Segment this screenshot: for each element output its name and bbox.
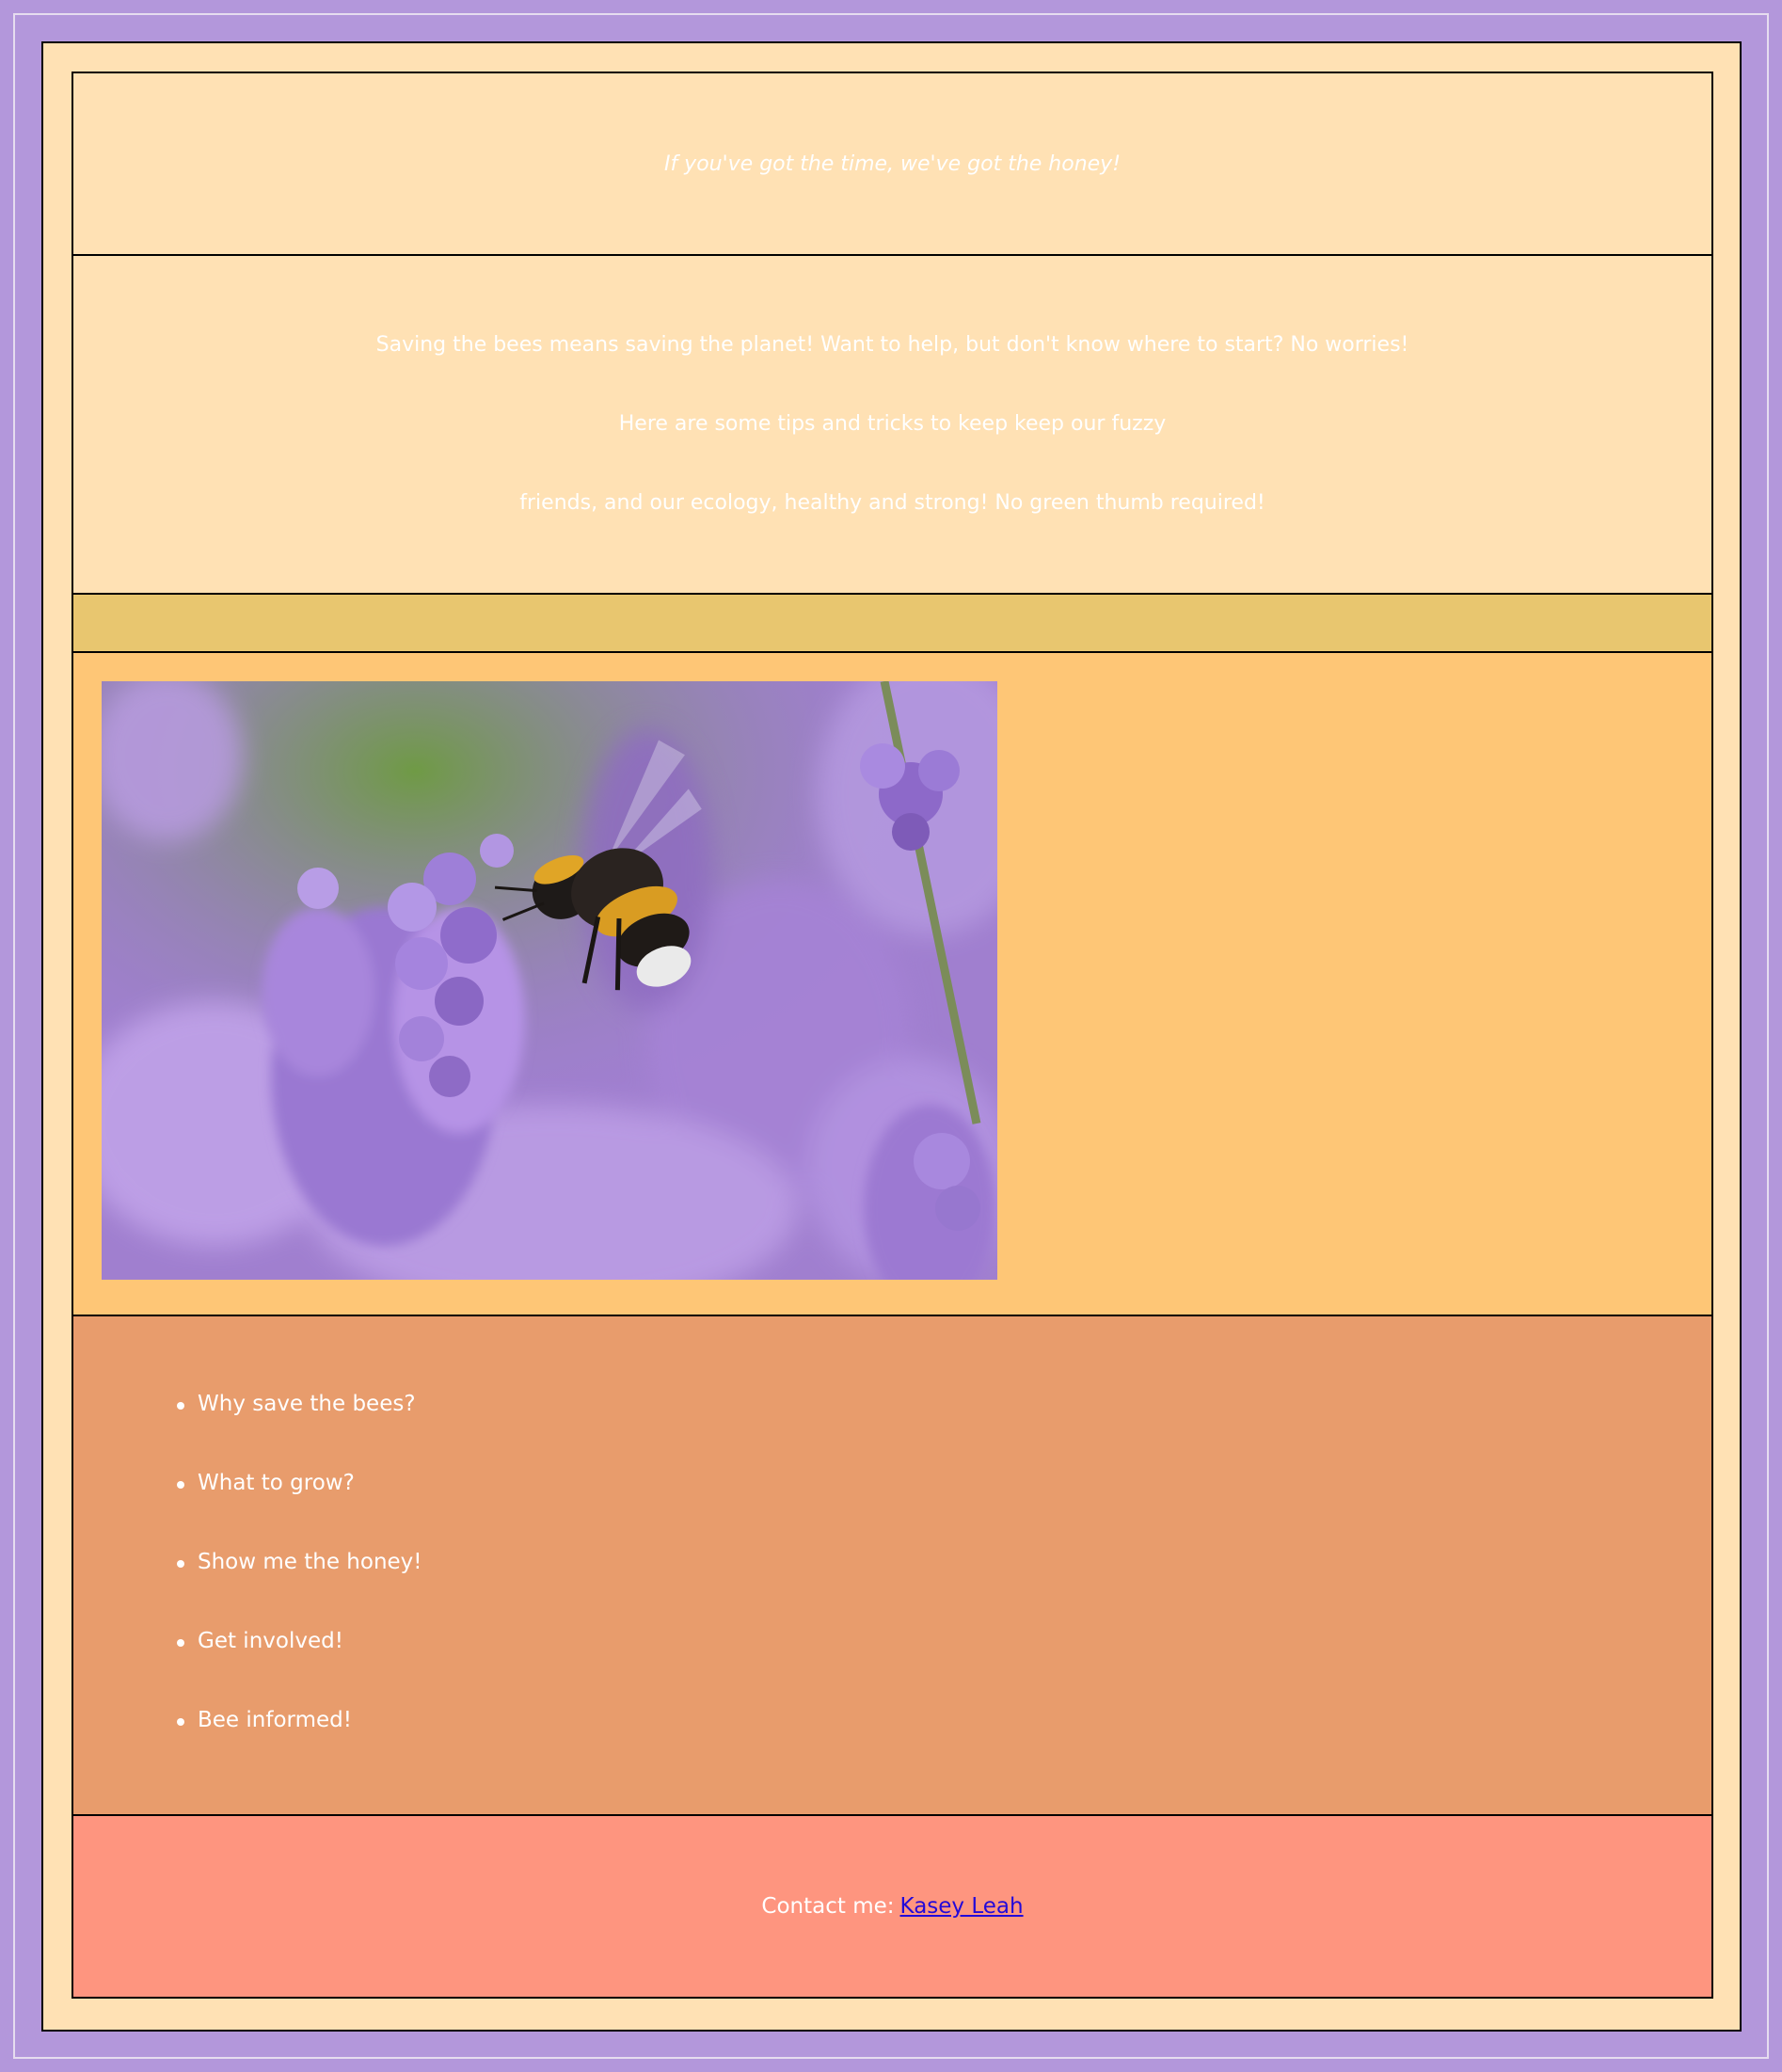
intro-section: Saving the bees means saving the planet!… bbox=[72, 254, 1713, 595]
nav-item-what-to-grow[interactable]: What to grow? bbox=[177, 1471, 1711, 1550]
bullet-icon bbox=[177, 1718, 184, 1726]
nav-item-label: What to grow? bbox=[198, 1471, 355, 1495]
nav-list: Why save the bees? What to grow? Show me… bbox=[177, 1392, 1711, 1787]
nav-item-why-save-bees[interactable]: Why save the bees? bbox=[177, 1392, 1711, 1471]
nav-item-label: Get involved! bbox=[198, 1629, 343, 1653]
bullet-icon bbox=[177, 1402, 184, 1410]
tagline-banner: If you've got the time, we've got the ho… bbox=[72, 72, 1713, 256]
page-container: If you've got the time, we've got the ho… bbox=[41, 41, 1742, 2032]
nav-item-label: Show me the honey! bbox=[198, 1550, 422, 1574]
nav-item-get-involved[interactable]: Get involved! bbox=[177, 1629, 1711, 1708]
hero-section bbox=[72, 651, 1713, 1316]
contact-prefix: Contact me: bbox=[761, 1894, 895, 1919]
nav-section: Why save the bees? What to grow? Show me… bbox=[72, 1315, 1713, 1816]
nav-item-label: Bee informed! bbox=[198, 1708, 352, 1732]
bullet-icon bbox=[177, 1481, 184, 1489]
tagline-text: If you've got the time, we've got the ho… bbox=[663, 151, 1122, 176]
bullet-icon bbox=[177, 1639, 184, 1647]
contact-link[interactable]: Kasey Leah bbox=[900, 1894, 1024, 1919]
bullet-icon bbox=[177, 1560, 184, 1568]
nav-item-show-me-honey[interactable]: Show me the honey! bbox=[177, 1550, 1711, 1629]
content-stack: If you've got the time, we've got the ho… bbox=[72, 72, 1713, 1999]
footer: Contact me: Kasey Leah bbox=[72, 1814, 1713, 1999]
intro-line: Saving the bees means saving the planet!… bbox=[375, 333, 1409, 357]
intro-line: Here are some tips and tricks to keep ke… bbox=[618, 412, 1167, 436]
nav-item-bee-informed[interactable]: Bee informed! bbox=[177, 1708, 1711, 1787]
intro-line: friends, and our ecology, healthy and st… bbox=[519, 491, 1265, 515]
divider-strip bbox=[72, 593, 1713, 653]
nav-item-label: Why save the bees? bbox=[198, 1392, 416, 1416]
bee-photo bbox=[102, 681, 997, 1280]
